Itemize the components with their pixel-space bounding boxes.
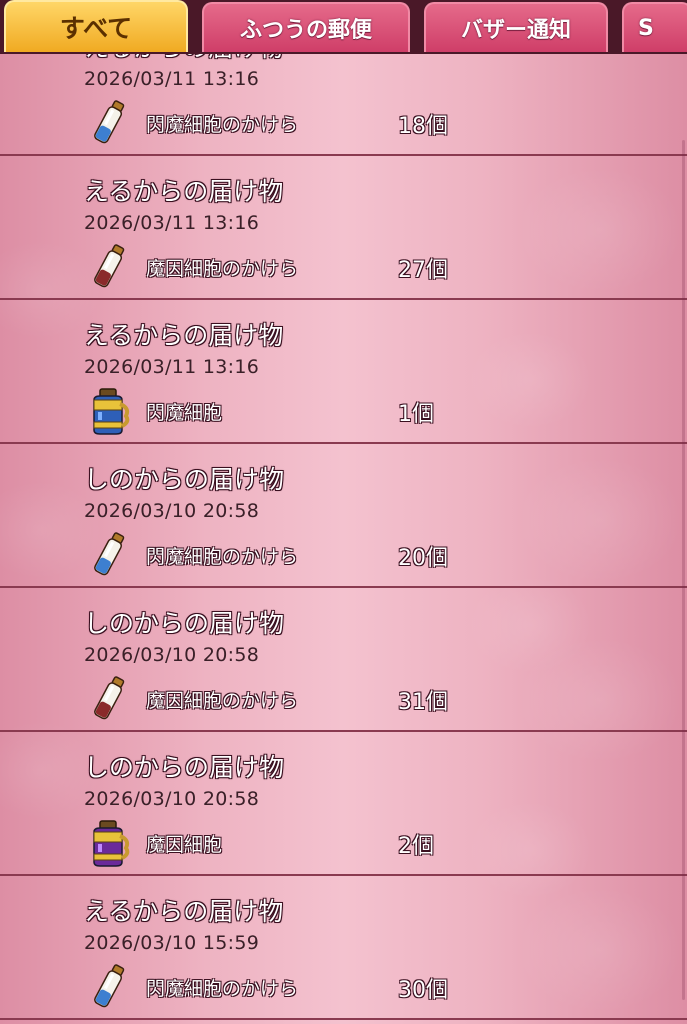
item-name: 魔因細胞のかけら: [146, 690, 299, 712]
blue-jar-icon: [93, 388, 130, 435]
vial-icon: [94, 244, 125, 288]
mail-title: えるからの届け物: [84, 177, 284, 206]
tab-normal-mail[interactable]: ふつうの郵便: [202, 2, 410, 52]
mail-date: 2026/03/10 15:59: [84, 932, 260, 954]
purple-jar-icon: [93, 820, 130, 867]
mail-title: しのからの届け物: [84, 753, 285, 782]
item-count: 18個: [398, 114, 448, 139]
item-name: 閃魔細胞のかけら: [146, 978, 299, 1000]
item-name: 閃魔細胞のかけら: [146, 546, 299, 568]
vial-icon: [94, 100, 125, 144]
tab-more[interactable]: S: [622, 2, 687, 52]
item-count: 2個: [398, 834, 434, 859]
mail-row[interactable]: えるからの届け物 2026/03/10 15:59 閃魔細胞のかけら 30個: [0, 876, 687, 1020]
item-count: 30個: [398, 978, 448, 1003]
mail-row[interactable]: しのからの届け物 2026/03/10 20:58 閃魔細胞のかけら 20個: [0, 444, 687, 588]
mail-title: しのからの届け物: [84, 465, 285, 494]
vial-icon: [94, 532, 125, 576]
mail-row[interactable]: しのからの届け物 2026/03/10 20:58 魔因細胞のかけら 31個: [0, 588, 687, 732]
vial-icon: [94, 964, 125, 1008]
mail-date: 2026/03/11 13:16: [84, 356, 260, 378]
item-count: 1個: [398, 402, 434, 427]
mail-screen: えるからの届け物 2026/03/11 13:16 閃魔細胞のかけら 18個 え…: [0, 0, 687, 1024]
item-count: 20個: [398, 546, 448, 571]
scrollbar[interactable]: [682, 140, 685, 1000]
mail-row[interactable]: えるからの届け物 2026/03/11 13:16 魔因細胞のかけら 27個: [0, 156, 687, 300]
tab-all[interactable]: すべて: [4, 0, 188, 52]
item-name: 魔因細胞のかけら: [146, 258, 299, 280]
mail-row[interactable]: しのからの届け物 2026/03/10 20:58 魔因細胞 2個: [0, 732, 687, 876]
item-count: 27個: [398, 258, 448, 283]
item-name: 閃魔細胞: [146, 402, 223, 424]
mail-row[interactable]: えるからの届け物 2026/03/11 13:16 閃魔細胞 1個: [0, 300, 687, 444]
mail-date: 2026/03/10 20:58: [84, 644, 260, 666]
mail-date: 2026/03/11 13:16: [84, 212, 260, 234]
item-name: 閃魔細胞のかけら: [146, 114, 299, 136]
mail-title: えるからの届け物: [84, 321, 284, 350]
vial-icon: [94, 676, 125, 720]
mail-date: 2026/03/10 20:58: [84, 788, 260, 810]
item-count: 31個: [398, 690, 448, 715]
item-name: 魔因細胞: [146, 834, 223, 856]
mail-tabs: すべて ふつうの郵便 バザー通知 S: [0, 0, 687, 54]
mail-date: 2026/03/11 13:16: [84, 68, 260, 90]
mail-date: 2026/03/10 20:58: [84, 500, 260, 522]
tab-bazaar-notice[interactable]: バザー通知: [424, 2, 608, 52]
mail-title: しのからの届け物: [84, 609, 285, 638]
mail-title: えるからの届け物: [84, 897, 284, 926]
